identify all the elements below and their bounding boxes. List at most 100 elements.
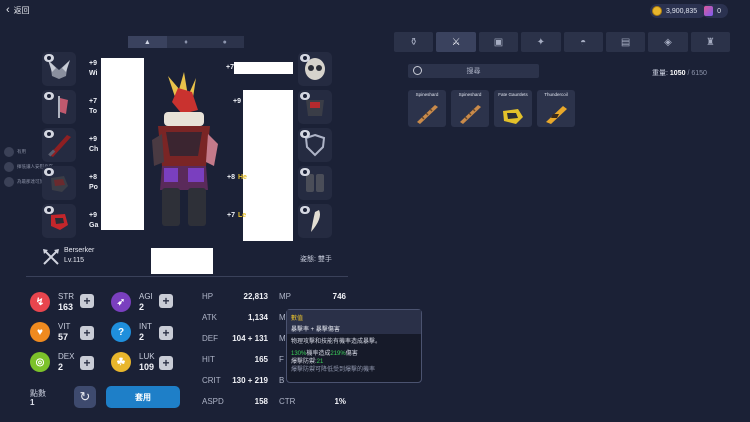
pose-info[interactable]: 姿態: 雙手 xyxy=(300,254,332,264)
book-tab-icon: ▤ xyxy=(620,36,631,48)
weapon-tab-icon: ⚔ xyxy=(451,36,461,48)
stat-value: 163 xyxy=(58,302,74,312)
tab-weapons[interactable]: ⚔ xyxy=(436,32,476,52)
derived-value: 1,134 xyxy=(247,313,268,322)
stat-tooltip: 數值 暴擊率 + 暴擊傷害 物理攻擊和技能有機率造成暴擊。 130%機率造成21… xyxy=(286,309,422,383)
character-class: Berserker Lv.115 xyxy=(64,247,95,264)
stat-name: LUK xyxy=(139,352,155,361)
potion-icon: ⚱ xyxy=(409,36,418,48)
tab-gems[interactable]: ✦ xyxy=(521,32,561,52)
int-icon: ? xyxy=(111,322,131,342)
stat-name: AGI xyxy=(139,292,153,301)
gold-counter: 3,900,835 xyxy=(650,4,706,18)
thundercoil-gun-icon xyxy=(546,106,567,124)
refine-level: +9 xyxy=(233,98,241,105)
stat-name: DEX xyxy=(58,352,75,361)
equip-name: To xyxy=(89,108,98,115)
visibility-eye-icon[interactable] xyxy=(300,54,310,62)
card-tab-icon: ▣ xyxy=(493,36,504,48)
item-name: Fate Gauntlets xyxy=(498,92,528,97)
visibility-eye-icon[interactable] xyxy=(300,206,310,214)
tooltip-crit-line: 130%機率造成219%傷害 xyxy=(291,351,358,357)
inventory-item[interactable]: Fate Gauntlets xyxy=(494,90,532,127)
equipment-tabs: ▲ ♦ ● xyxy=(128,36,245,48)
equip-name: Wi xyxy=(89,70,98,77)
apply-button[interactable]: 套用 xyxy=(106,386,180,408)
redacted-block xyxy=(101,58,144,230)
refine-level: +9 xyxy=(89,136,97,143)
refine-level: +7 xyxy=(227,212,235,219)
add-luk-button[interactable]: + xyxy=(159,356,173,370)
gem-counter: 0 xyxy=(702,4,728,18)
visibility-eye-icon[interactable] xyxy=(300,168,310,176)
visibility-eye-icon[interactable] xyxy=(300,130,310,138)
tab-accessory[interactable]: ● xyxy=(205,36,245,48)
add-str-button[interactable]: + xyxy=(80,294,94,308)
add-int-button[interactable]: + xyxy=(159,326,173,340)
tab-equipment[interactable]: ▲ xyxy=(128,36,167,48)
tab-headgear[interactable]: ◓ xyxy=(563,32,603,52)
equip-label: +8 He xyxy=(227,174,247,181)
chat-line[interactable]: 有用 xyxy=(4,147,26,157)
stat-name: STR xyxy=(58,292,74,301)
reset-button[interactable]: ↻ xyxy=(74,386,96,408)
add-vit-button[interactable]: + xyxy=(80,326,94,340)
stat-name: INT xyxy=(139,322,152,331)
inventory-item[interactable]: Spineshard xyxy=(408,90,446,127)
costume-tab-icon: ♦ xyxy=(184,38,188,46)
avatar xyxy=(4,177,14,187)
helmet-tab-icon: ◓ xyxy=(580,36,587,48)
add-dex-button[interactable]: + xyxy=(80,356,94,370)
back-button[interactable]: ‹ 返回 xyxy=(6,4,30,16)
derived-value: 165 xyxy=(254,355,268,364)
refine-level: +9 xyxy=(89,60,97,67)
tab-costume[interactable]: ♦ xyxy=(166,36,206,48)
avatar xyxy=(4,162,14,172)
derived-value: 158 xyxy=(254,397,268,406)
agi-icon: ➶ xyxy=(111,292,131,312)
add-agi-button[interactable]: + xyxy=(159,294,173,308)
visibility-eye-icon[interactable] xyxy=(44,54,54,62)
equip-name: Ch xyxy=(89,146,99,153)
tab-materials[interactable]: ◈ xyxy=(648,32,688,52)
derived-value: 130 + 219 xyxy=(232,376,268,385)
derived-label: CTR xyxy=(279,397,296,406)
fate-gauntlets-icon xyxy=(503,109,523,124)
luk-icon: ☘ xyxy=(111,352,131,372)
accessory-tab-icon: ● xyxy=(222,38,227,46)
derived-value: 104 + 131 xyxy=(232,334,268,343)
gold-amount: 3,900,835 xyxy=(666,7,698,15)
derived-label: F xyxy=(279,355,284,364)
inventory-item[interactable]: Thundercoil xyxy=(537,90,575,127)
equip-name: Le xyxy=(237,212,247,219)
tab-books[interactable]: ▤ xyxy=(605,32,646,52)
visibility-eye-icon[interactable] xyxy=(44,168,54,176)
item-name: Spineshard xyxy=(415,92,439,97)
refine-level: +8 xyxy=(89,174,97,181)
inventory-weight: 重量: 1050 / 6150 xyxy=(652,70,707,77)
tooltip-subtitle: 暴擊率 + 暴擊傷害 xyxy=(291,327,340,333)
stat-value: 2 xyxy=(139,302,145,312)
visibility-eye-icon[interactable] xyxy=(300,92,310,100)
derived-label: MP xyxy=(279,292,291,301)
tab-cards[interactable]: ▣ xyxy=(478,32,519,52)
stat-value: 109 xyxy=(139,362,155,372)
inventory-item[interactable]: Spineshard xyxy=(451,90,489,127)
stat-name: VIT xyxy=(58,322,71,331)
gem-amount: 0 xyxy=(717,7,721,15)
equipment-tab-icon: ▲ xyxy=(143,38,151,46)
gold-coin-icon xyxy=(652,6,662,16)
visibility-eye-icon[interactable] xyxy=(44,206,54,214)
tab-consumables[interactable]: ⚱ xyxy=(394,32,434,52)
spineshard-sword-icon xyxy=(417,105,438,124)
derived-value: 746 xyxy=(332,292,346,301)
tooltip-note: 爆擊防禦可降低受到爆擊的機率 xyxy=(291,367,376,373)
equip-label: +7 Le xyxy=(227,212,246,219)
tab-armor[interactable]: ♜ xyxy=(690,32,730,52)
divider xyxy=(26,276,348,277)
visibility-eye-icon[interactable] xyxy=(44,130,54,138)
refine-level: +8 xyxy=(227,174,235,181)
search-placeholder: 搜尋 xyxy=(466,68,481,75)
visibility-eye-icon[interactable] xyxy=(44,92,54,100)
gem-icon xyxy=(704,6,714,16)
